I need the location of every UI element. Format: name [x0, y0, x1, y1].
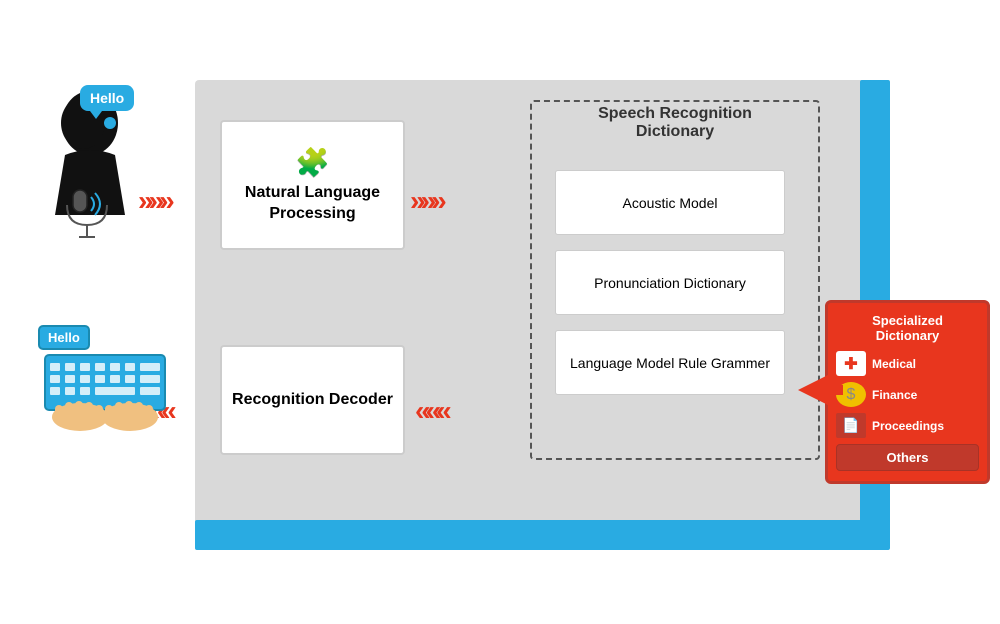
dict-pointer-arrow — [798, 375, 843, 410]
medical-label: Medical — [872, 357, 916, 371]
arrow-nlp-to-srd: »»» — [410, 185, 442, 217]
nlp-box: 🧩 Natural Language Processing — [220, 120, 405, 250]
puzzle-icon: 🧩 — [295, 146, 330, 179]
medical-icon: ✚ — [836, 351, 866, 376]
decoder-box: Recognition Decoder — [220, 345, 405, 455]
proceedings-icon: 📄 — [836, 413, 866, 438]
speech-bubble: Hello — [80, 85, 134, 111]
specialized-dict-title: SpecializedDictionary — [836, 313, 979, 343]
pronunciation-dictionary-box: Pronunciation Dictionary — [555, 250, 785, 315]
language-model-box: Language Model Rule Grammer — [555, 330, 785, 395]
proceedings-label: Proceedings — [872, 419, 944, 433]
arrow-srd-to-decoder: ««« — [415, 395, 447, 427]
finance-item: $ Finance — [836, 382, 979, 407]
medical-item: ✚ Medical — [836, 351, 979, 376]
proceedings-item: 📄 Proceedings — [836, 413, 979, 438]
blue-bottom-bar — [195, 520, 890, 550]
keyboard-icon — [35, 335, 165, 425]
acoustic-model-box: Acoustic Model — [555, 170, 785, 235]
others-button: Others — [836, 444, 979, 471]
arrow-person-to-nlp: »»» — [138, 185, 170, 217]
nlp-label: Natural Language Processing — [222, 183, 403, 225]
specialized-dictionary-popup: SpecializedDictionary ✚ Medical $ Financ… — [825, 300, 990, 484]
finance-label: Finance — [872, 388, 917, 402]
decoder-label: Recognition Decoder — [232, 390, 393, 411]
srd-title: Speech RecognitionDictionary — [535, 105, 815, 141]
diagram-container: Hello »»» 🧩 Natural Language Processing … — [20, 30, 980, 590]
